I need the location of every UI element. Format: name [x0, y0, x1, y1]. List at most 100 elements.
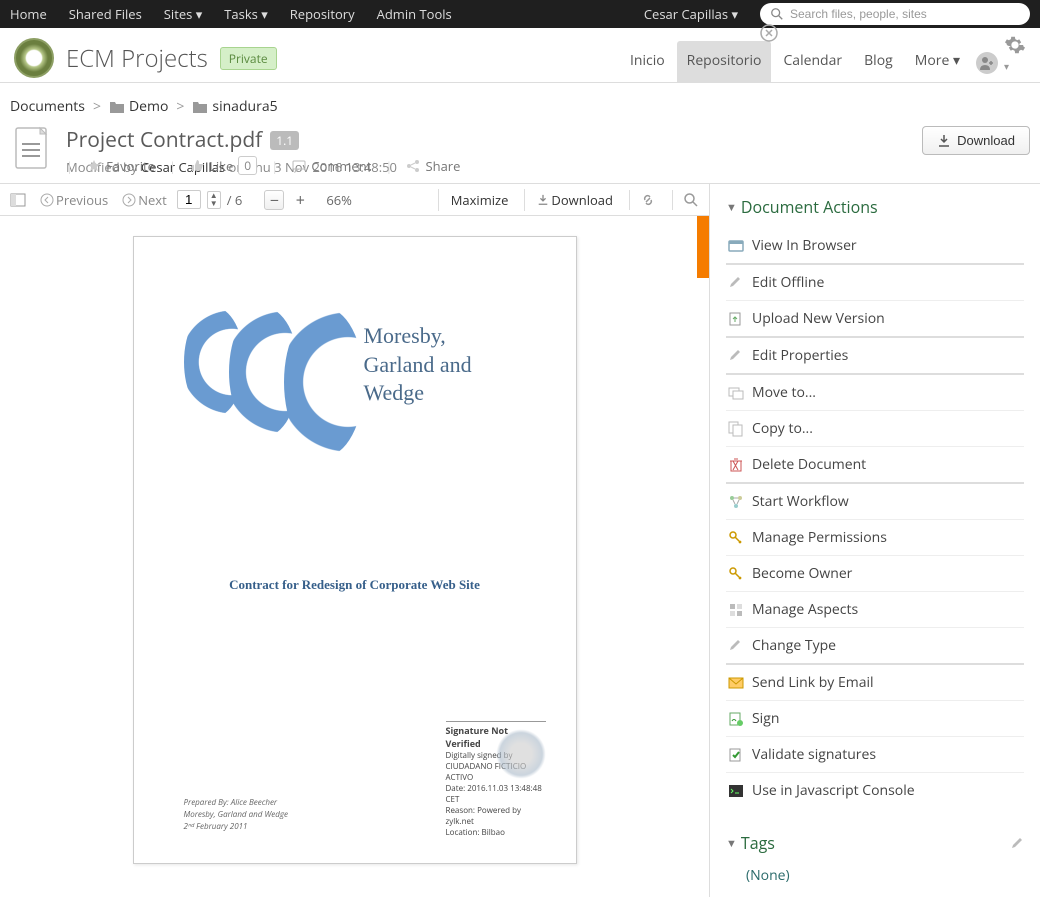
sitenav-inicio[interactable]: Inicio [620, 41, 675, 82]
user-menu[interactable]: Cesar Capillas ▾ [644, 5, 738, 23]
action-use-in-javascript-console[interactable]: Use in Javascript Console [726, 772, 1024, 808]
pdf-viewport[interactable]: Moresby, Garland and Wedge Contract for … [0, 216, 709, 884]
action-manage-aspects[interactable]: Manage Aspects [726, 591, 1024, 627]
view-icon [728, 238, 744, 254]
document-header-right: Download [922, 126, 1030, 155]
action-delete-document[interactable]: Delete Document [726, 446, 1024, 482]
search-in-doc-icon[interactable] [672, 190, 703, 210]
nav-repository[interactable]: Repository [290, 5, 355, 23]
pdf-logo [184, 307, 526, 457]
breadcrumb-demo[interactable]: Demo [109, 97, 168, 116]
sitenav-repositorio[interactable]: Repositorio [677, 41, 772, 82]
action-label: Send Link by Email [752, 673, 874, 692]
zoom-in-button[interactable]: + [290, 190, 310, 210]
document-actions-title[interactable]: ▼ Document Actions [726, 196, 1024, 218]
like-count: 0 [238, 156, 257, 175]
zoom-out-button[interactable]: − [264, 190, 284, 210]
download-icon [537, 194, 549, 206]
page-number-input[interactable] [177, 190, 201, 209]
breadcrumb-documents[interactable]: Documents [10, 97, 85, 116]
sidebar-toggle-icon[interactable] [6, 190, 30, 210]
preview-download-button[interactable]: Download [524, 189, 617, 211]
like-button[interactable]: Like 0 [190, 156, 257, 175]
page-spinner[interactable]: ▲▼ [207, 191, 221, 209]
favorite-button[interactable]: Favorite [87, 157, 155, 175]
nav-admin-tools[interactable]: Admin Tools [377, 5, 452, 23]
breadcrumb-sinadura5-label: sinadura5 [212, 97, 277, 116]
pdf-page: Moresby, Garland and Wedge Contract for … [133, 236, 577, 864]
signature-box: Signature Not Verified Digitally signed … [446, 721, 546, 838]
tags-panel: ▼ Tags (None) [726, 832, 1024, 885]
document-actions-list: View In Browser Edit Offline Upload New Ve… [726, 228, 1024, 808]
action-label: Edit Properties [752, 346, 848, 365]
nav-tasks[interactable]: Tasks ▾ [224, 5, 268, 23]
preview-download-label: Download [551, 191, 613, 209]
nav-shared-files[interactable]: Shared Files [69, 5, 142, 23]
sitenav-calendar[interactable]: Calendar [773, 41, 852, 82]
total-pages: / 6 [227, 191, 243, 209]
console-icon [728, 783, 744, 799]
breadcrumb-demo-label: Demo [129, 97, 168, 116]
collapse-arrow-icon: ▼ [726, 200, 737, 215]
sitenav-more[interactable]: More ▾ [905, 41, 970, 82]
tags-title[interactable]: ▼ Tags [726, 832, 775, 854]
action-label: Use in Javascript Console [752, 781, 915, 800]
maximize-button[interactable]: Maximize [438, 189, 513, 211]
upload-icon [728, 311, 744, 327]
link-icon[interactable] [629, 190, 660, 210]
action-view-in-browser[interactable]: View In Browser [726, 228, 1024, 263]
action-move-to[interactable]: Move to... [726, 373, 1024, 410]
key-icon [728, 530, 744, 546]
pdf-footer: Prepared By: Alice Beecher Moresby, Garl… [184, 797, 289, 833]
action-start-workflow[interactable]: Start Workflow [726, 482, 1024, 519]
close-icon[interactable] [760, 24, 778, 42]
aspects-icon [728, 602, 744, 618]
star-icon [87, 159, 101, 173]
prev-label: Previous [56, 191, 108, 209]
scrollbar-indicator[interactable] [697, 216, 709, 278]
download-button[interactable]: Download [922, 126, 1030, 155]
action-become-owner[interactable]: Become Owner [726, 555, 1024, 591]
action-edit-offline[interactable]: Edit Offline [726, 263, 1024, 300]
settings-gear-icon[interactable]: ▾ [1004, 34, 1026, 74]
action-label: Manage Permissions [752, 528, 887, 547]
nav-sites[interactable]: Sites ▾ [164, 5, 202, 23]
nav-home[interactable]: Home [10, 5, 47, 23]
action-validate-signatures[interactable]: Validate signatures [726, 736, 1024, 772]
pencil-icon [728, 638, 744, 654]
action-label: Sign [752, 709, 779, 728]
action-change-type[interactable]: Change Type [726, 627, 1024, 663]
action-label: Upload New Version [752, 309, 885, 328]
preview-column: Previous Next ▲▼ / 6 − + 66% Maximize Do… [0, 184, 710, 897]
search-box[interactable] [760, 3, 1030, 25]
share-button[interactable]: Share [406, 157, 460, 175]
prev-page-button[interactable]: Previous [36, 189, 112, 211]
invite-user-icon[interactable] [976, 52, 998, 74]
topbar-left: Home Shared Files Sites ▾ Tasks ▾ Reposi… [10, 5, 452, 23]
action-sign[interactable]: Sign [726, 700, 1024, 736]
comment-icon [292, 159, 306, 173]
folder-icon [192, 100, 208, 114]
search-input[interactable] [790, 7, 1020, 21]
sidebar: ▼ Document Actions View In Browser Edit O… [710, 184, 1040, 897]
thumb-up-icon [190, 159, 204, 173]
next-label: Next [138, 191, 167, 209]
action-upload-new-version[interactable]: Upload New Version [726, 300, 1024, 336]
site-header-left: ECM Projects Private [14, 38, 277, 78]
site-nav: Inicio Repositorio Calendar Blog More ▾ … [620, 34, 1026, 82]
action-label: Edit Offline [752, 273, 824, 292]
zoom-level: 66% [326, 191, 352, 209]
main-content: Previous Next ▲▼ / 6 − + 66% Maximize Do… [0, 183, 1040, 897]
action-manage-permissions[interactable]: Manage Permissions [726, 519, 1024, 555]
action-edit-properties[interactable]: Edit Properties [726, 336, 1024, 373]
action-copy-to[interactable]: Copy to... [726, 410, 1024, 446]
action-send-link-by-email[interactable]: Send Link by Email [726, 663, 1024, 700]
edit-tags-icon[interactable] [1010, 836, 1024, 850]
move-icon [728, 385, 744, 401]
next-page-button[interactable]: Next [118, 189, 171, 211]
sitenav-blog[interactable]: Blog [854, 41, 903, 82]
comment-button[interactable]: Comment [292, 157, 371, 175]
download-button-label: Download [957, 133, 1015, 148]
action-label: Become Owner [752, 564, 852, 583]
breadcrumb-sinadura5[interactable]: sinadura5 [192, 97, 277, 116]
